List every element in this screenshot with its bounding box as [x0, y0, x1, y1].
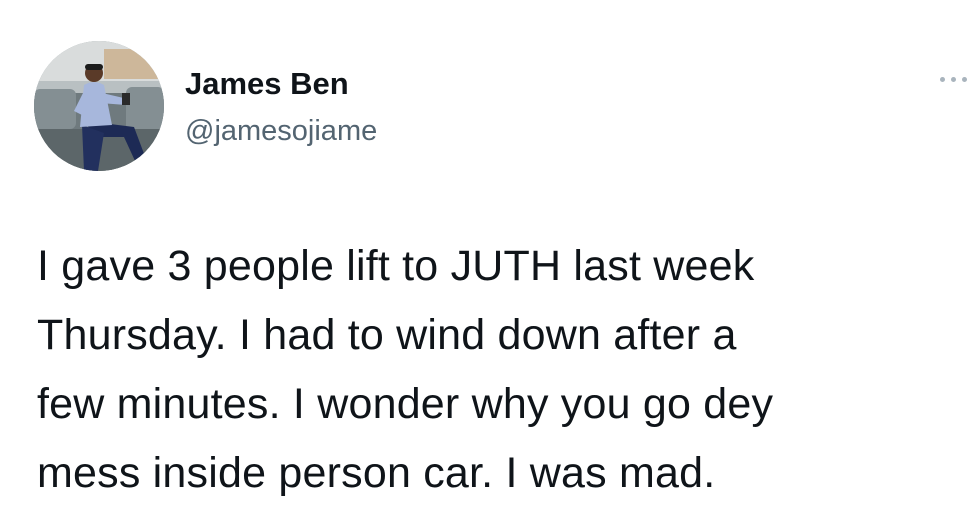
ellipsis-icon[interactable]	[934, 72, 974, 88]
tweet-text-line: I gave 3 people lift to JUTH last week	[37, 242, 755, 290]
tweet-text-line: Thursday. I had to wind down after a	[37, 311, 737, 359]
avatar-photo	[34, 41, 164, 171]
tweet-text-line: mess inside person car. I was mad.	[37, 449, 716, 497]
tweet-text-line: few minutes. I wonder why you go dey	[37, 380, 774, 428]
author-handle[interactable]: @jamesojiame	[185, 114, 377, 148]
tweet-card: James Ben @jamesojiame I gave 3 people l…	[0, 0, 974, 532]
avatar[interactable]	[34, 41, 164, 171]
author-display-name[interactable]: James Ben	[185, 66, 349, 102]
tweet-text: I gave 3 people lift to JUTH last week T…	[37, 232, 967, 508]
